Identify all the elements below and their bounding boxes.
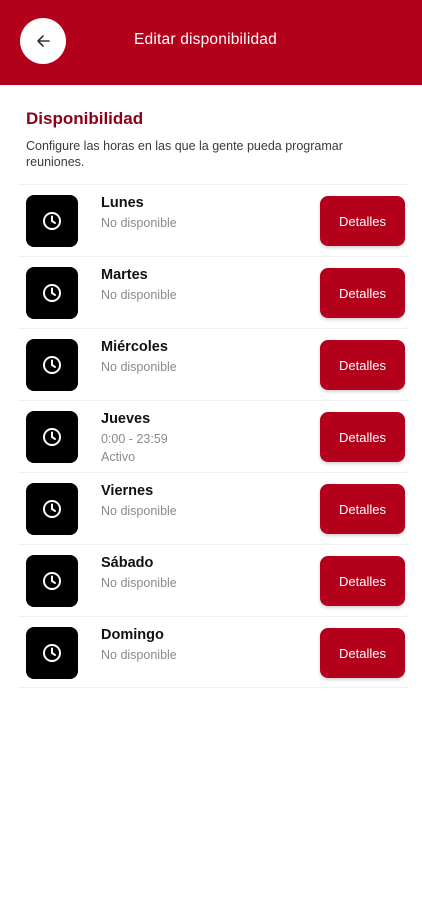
day-status: No disponible — [101, 288, 177, 302]
clock-icon — [26, 267, 78, 319]
clock-icon — [26, 195, 78, 247]
day-name: Lunes — [101, 195, 144, 211]
day-name: Martes — [101, 267, 148, 283]
details-button[interactable]: Detalles — [320, 484, 405, 534]
app-bar: Editar disponibilidad — [0, 0, 422, 85]
day-row-lunes: Lunes No disponible Detalles — [18, 184, 408, 256]
day-name: Domingo — [101, 627, 164, 643]
day-status: No disponible — [101, 576, 177, 590]
day-name: Miércoles — [101, 339, 168, 355]
day-row-sabado: Sábado No disponible Detalles — [18, 544, 408, 616]
day-hours: 0:00 - 23:59 — [101, 432, 168, 446]
day-row-jueves: Jueves 0:00 - 23:59 Activo Detalles — [18, 400, 408, 472]
day-status: No disponible — [101, 648, 177, 662]
clock-icon — [26, 555, 78, 607]
arrow-left-icon — [37, 35, 50, 47]
details-button[interactable]: Detalles — [320, 340, 405, 390]
details-button[interactable]: Detalles — [320, 628, 405, 678]
clock-icon — [26, 339, 78, 391]
availability-list: Lunes No disponible Detalles Martes No d… — [18, 184, 408, 688]
day-status: No disponible — [101, 216, 177, 230]
day-row-miercoles: Miércoles No disponible Detalles — [18, 328, 408, 400]
day-status: No disponible — [101, 360, 177, 374]
section-title: Disponibilidad — [26, 109, 144, 128]
clock-icon — [26, 483, 78, 535]
page-title: Editar disponibilidad — [134, 31, 277, 48]
day-active-label: Activo — [101, 450, 136, 464]
section-description: Configure las horas en las que la gente … — [26, 139, 343, 169]
clock-icon — [26, 411, 78, 463]
day-row-domingo: Domingo No disponible Detalles — [18, 616, 408, 688]
day-name: Sábado — [101, 555, 154, 571]
details-button[interactable]: Detalles — [320, 412, 405, 462]
day-row-viernes: Viernes No disponible Detalles — [18, 472, 408, 544]
details-button[interactable]: Detalles — [320, 268, 405, 318]
day-name: Viernes — [101, 483, 154, 499]
day-name: Jueves — [101, 411, 151, 427]
details-button[interactable]: Detalles — [320, 556, 405, 606]
day-status: No disponible — [101, 504, 177, 518]
details-button[interactable]: Detalles — [320, 196, 405, 246]
clock-icon — [26, 627, 78, 679]
back-button[interactable] — [20, 18, 66, 64]
day-row-martes: Martes No disponible Detalles — [18, 256, 408, 328]
